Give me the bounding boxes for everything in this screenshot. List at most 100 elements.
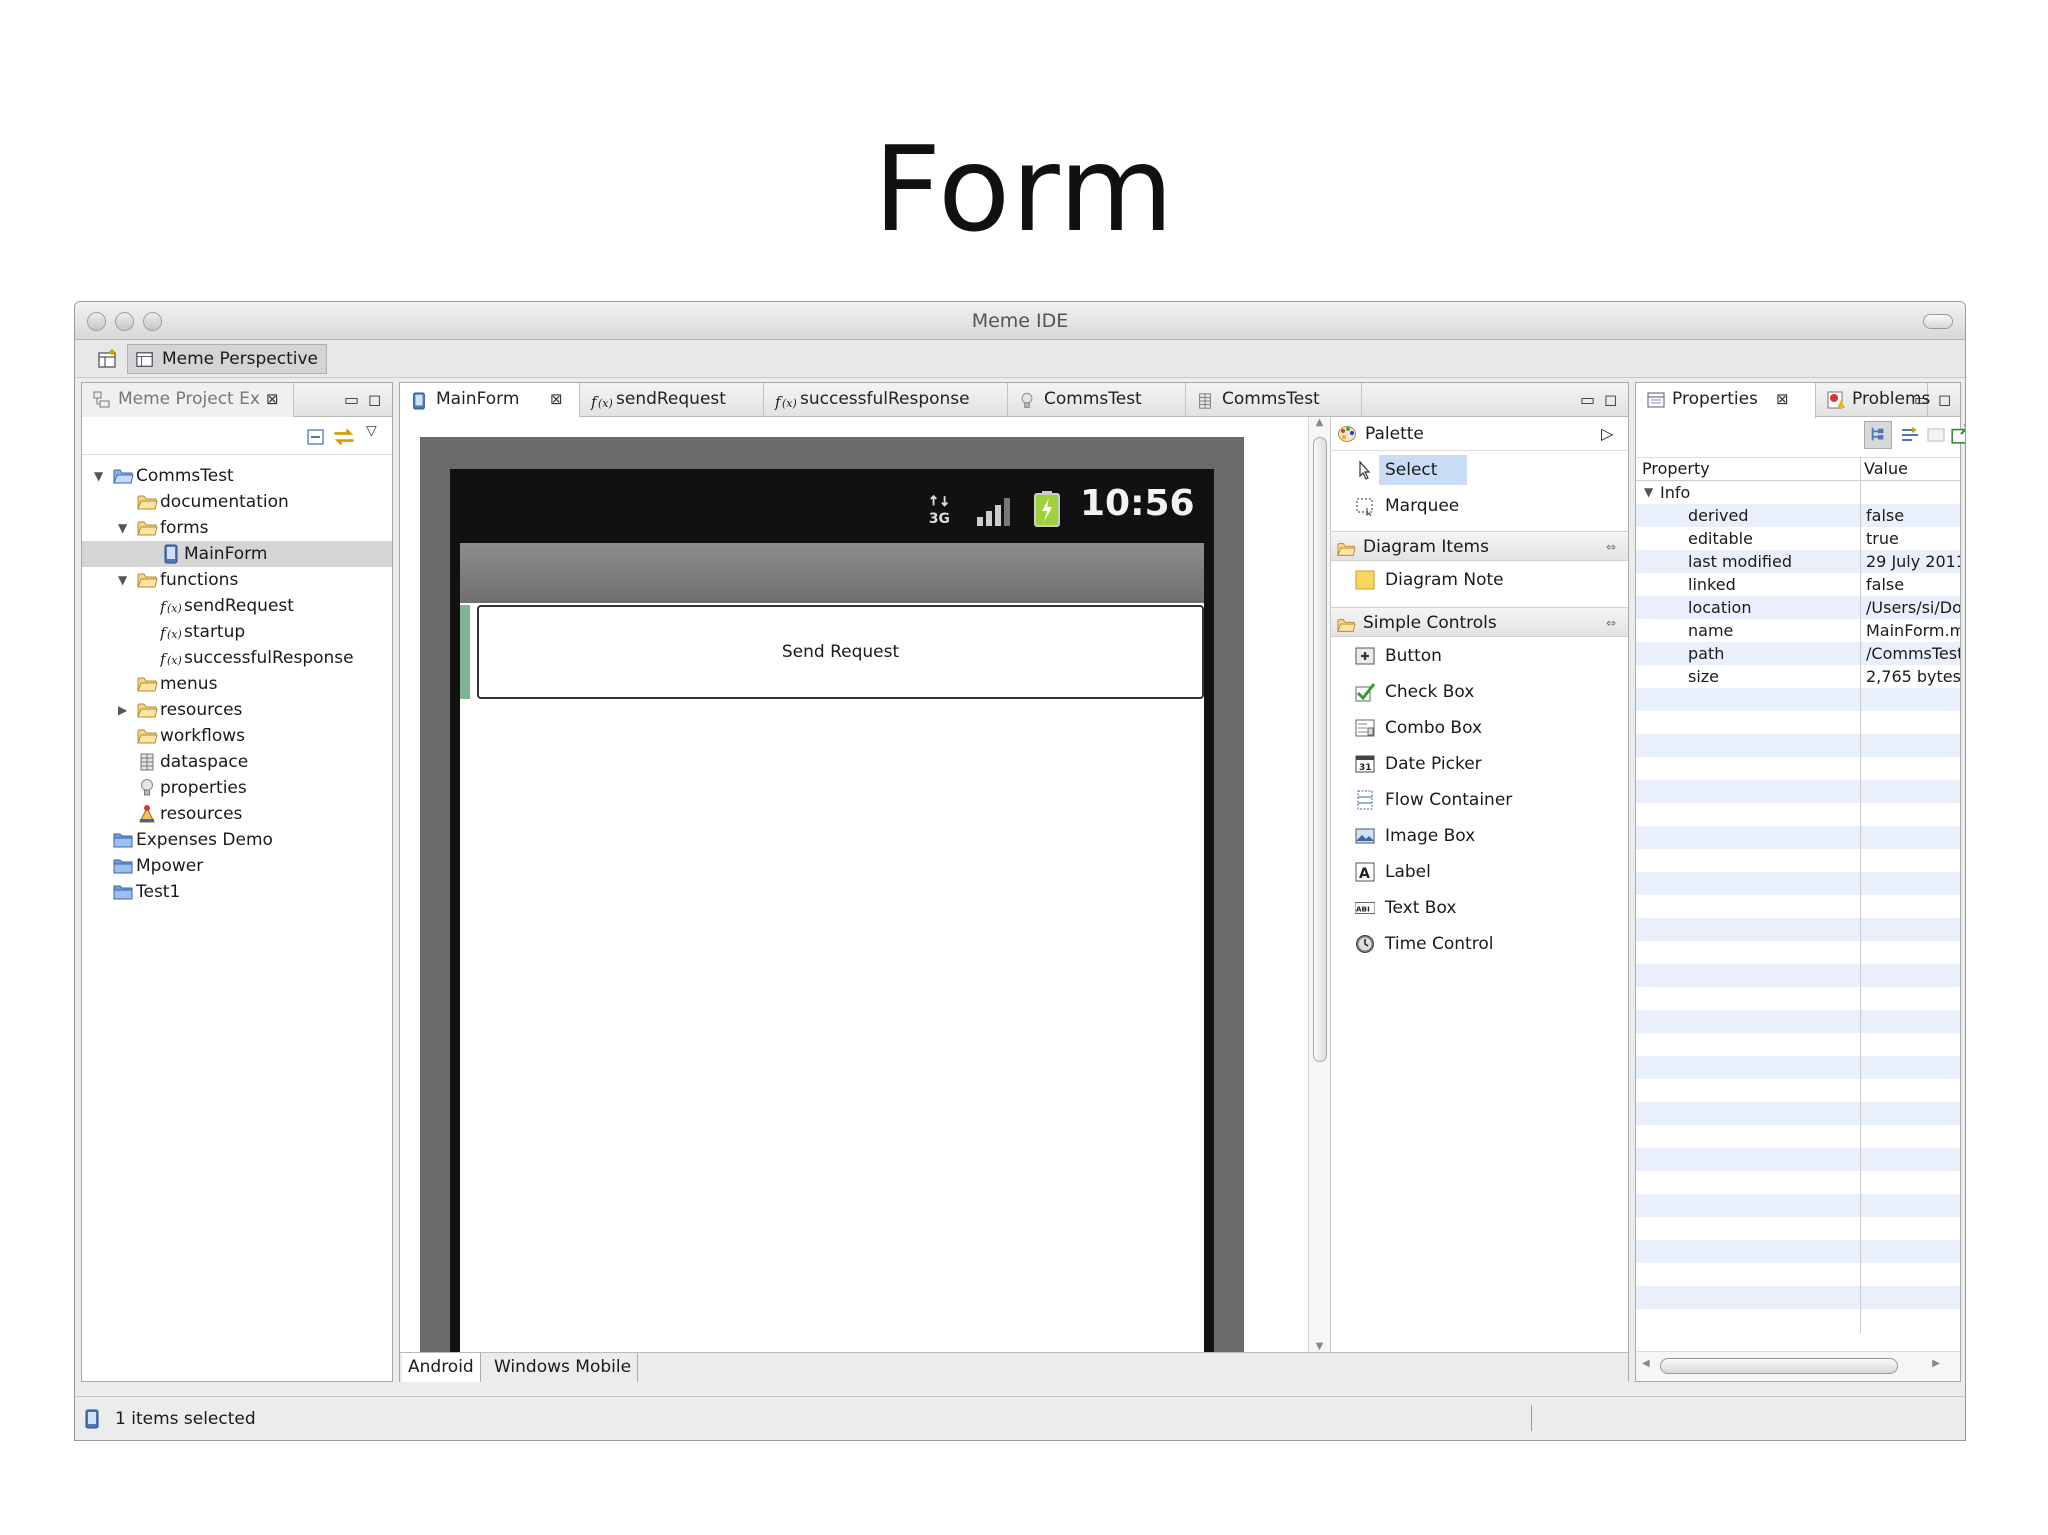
palette-item-image-box[interactable]: Image Box: [1331, 821, 1628, 851]
explorer-icon: [93, 391, 110, 408]
tab-android[interactable]: Android: [402, 1353, 481, 1382]
tree-item-forms[interactable]: ▼ forms: [82, 515, 392, 541]
lightbulb-icon: [136, 778, 158, 798]
close-tab-icon[interactable]: ⊠: [550, 383, 563, 416]
tree-item-test1[interactable]: Test1: [82, 879, 392, 905]
show-advanced-icon[interactable]: [1900, 425, 1920, 445]
open-perspective-icon[interactable]: [97, 348, 119, 370]
property-name: derived: [1688, 506, 1749, 525]
editor-tab-successfulresponse[interactable]: f (x) successfulResponse: [764, 383, 1008, 417]
expanded-arrow-icon[interactable]: ▼: [94, 463, 108, 489]
platform-tabbar: Android Windows Mobile: [400, 1352, 1628, 1382]
tree-item-properties[interactable]: properties: [82, 775, 392, 801]
tab-windows-mobile[interactable]: Windows Mobile: [488, 1353, 639, 1382]
palette-item-select[interactable]: Select: [1331, 455, 1628, 485]
scroll-right-icon[interactable]: ▶: [1932, 1358, 1940, 1369]
editor-tab-mainform[interactable]: MainForm ⊠: [400, 383, 580, 418]
view-menu-icon[interactable]: ▽: [366, 423, 377, 439]
property-row-path[interactable]: path/CommsTest/forms,: [1636, 642, 1960, 665]
tab-properties[interactable]: Properties ⊠: [1636, 383, 1816, 418]
editor-maximize-icon[interactable]: ◻: [1604, 390, 1617, 409]
tree-item-mpower[interactable]: Mpower: [82, 853, 392, 879]
canvas-vertical-scrollbar[interactable]: ▲ ▼: [1308, 417, 1330, 1352]
category-pin-icon[interactable]: ⇔: [1606, 608, 1616, 638]
property-row-size[interactable]: size 2,765 bytes: [1636, 665, 1960, 688]
palette-item-label[interactable]: A Label: [1331, 857, 1628, 887]
property-row-linked[interactable]: linked false: [1636, 573, 1960, 596]
palette-collapse-icon[interactable]: ▷: [1601, 417, 1613, 451]
property-row-name[interactable]: name MainForm.mxf: [1636, 619, 1960, 642]
editor-tab-sendrequest[interactable]: f (x) sendRequest: [580, 383, 764, 417]
scroll-left-icon[interactable]: ◀: [1642, 1358, 1650, 1369]
tree-item-functions[interactable]: ▼ functions: [82, 567, 392, 593]
tree-item-successfulresponse[interactable]: f (x) successfulResponse: [82, 645, 392, 671]
column-header-value[interactable]: Value: [1864, 459, 1908, 478]
tree-item-documentation[interactable]: documentation: [82, 489, 392, 515]
editor-tab-commstest[interactable]: CommsTest: [1186, 383, 1362, 417]
palette-item-marquee[interactable]: Marquee: [1331, 491, 1628, 521]
palette-item-text-box[interactable]: ABI Text Box: [1331, 893, 1628, 923]
maximize-icon[interactable]: ◻: [368, 390, 381, 409]
empty-row: [1636, 1263, 1960, 1286]
properties-maximize-icon[interactable]: ◻: [1938, 390, 1951, 409]
palette-item-button[interactable]: Button: [1331, 641, 1628, 671]
column-header-property[interactable]: Property: [1642, 459, 1710, 478]
property-row-last-modified[interactable]: last modified 29 July 2011 15:24:: [1636, 550, 1960, 573]
collapsed-arrow-icon[interactable]: ▶: [118, 697, 132, 723]
tree-item-expenses-demo[interactable]: Expenses Demo: [82, 827, 392, 853]
tree-item-sendrequest[interactable]: f (x) sendRequest: [82, 593, 392, 619]
tree-item-startup[interactable]: f (x) startup: [82, 619, 392, 645]
calendar-icon: 31: [1355, 754, 1375, 774]
palette-item-combo-box[interactable]: Combo Box: [1331, 713, 1628, 743]
properties-table: ▼ Info derived false editable true last modifi…: [1636, 481, 1960, 1333]
properties-tab-label: Properties: [1672, 389, 1758, 409]
send-request-button[interactable]: Send Request: [477, 605, 1204, 699]
tree-item-resources[interactable]: resources: [82, 801, 392, 827]
svg-text:31: 31: [1359, 763, 1372, 773]
tree-item-resources[interactable]: ▶ resources: [82, 697, 392, 723]
collapse-all-icon[interactable]: [306, 427, 326, 447]
link-editor-icon[interactable]: [332, 425, 356, 449]
palette-item-time-control[interactable]: Time Control: [1331, 929, 1628, 959]
palette-item-date-picker[interactable]: 31 Date Picker: [1331, 749, 1628, 779]
horizontal-scroll-thumb[interactable]: [1660, 1358, 1898, 1374]
property-row-location[interactable]: location/Users/si/Document: [1636, 596, 1960, 619]
toolbar-toggle-button[interactable]: [1923, 314, 1953, 329]
empty-row: [1636, 1217, 1960, 1240]
restore-default-icon[interactable]: [1926, 425, 1946, 445]
property-row-editable[interactable]: editable true: [1636, 527, 1960, 550]
minimize-icon[interactable]: ▭: [344, 390, 359, 409]
close-tab-icon[interactable]: ⊠: [266, 383, 279, 416]
tree-item-commstest[interactable]: ▼ CommsTest: [82, 463, 392, 489]
editor-tab-commstest[interactable]: CommsTest: [1008, 383, 1186, 417]
expanded-arrow-icon[interactable]: ▼: [118, 567, 132, 593]
palette-item-diagram-note[interactable]: Diagram Note: [1331, 565, 1628, 595]
properties-horizontal-scrollbar[interactable]: ◀ ▶: [1636, 1351, 1960, 1381]
tree-item-menus[interactable]: menus: [82, 671, 392, 697]
property-group-info[interactable]: ▼ Info: [1636, 481, 1960, 504]
scrollbar-thumb[interactable]: [1313, 437, 1327, 1062]
editor-minimize-icon[interactable]: ▭: [1580, 390, 1595, 409]
tree-item-workflows[interactable]: workflows: [82, 723, 392, 749]
palette-item-check-box[interactable]: Check Box: [1331, 677, 1628, 707]
tab-project-explorer[interactable]: Meme Project Ex ⊠: [82, 383, 294, 417]
show-categories-button[interactable]: [1864, 421, 1892, 449]
property-row-derived[interactable]: derived false: [1636, 504, 1960, 527]
close-properties-icon[interactable]: ⊠: [1776, 383, 1789, 416]
meme-perspective-button[interactable]: Meme Perspective: [127, 344, 328, 374]
tab-problems[interactable]: Problems: [1816, 383, 1930, 417]
palette-item-flow-container[interactable]: Flow Container: [1331, 785, 1628, 815]
properties-minimize-icon[interactable]: ▭: [1914, 390, 1929, 409]
phone-clock: 10:56: [1080, 483, 1195, 524]
pin-view-icon[interactable]: [1950, 423, 1966, 445]
palette-category-simple-controls[interactable]: Simple Controls ⇔: [1331, 607, 1628, 637]
tree-item-mainform[interactable]: MainForm: [82, 541, 392, 567]
palette-category-label: Diagram Items: [1363, 537, 1489, 557]
category-pin-icon[interactable]: ⇔: [1606, 532, 1616, 562]
scroll-down-icon[interactable]: ▼: [1309, 1341, 1330, 1352]
scroll-up-icon[interactable]: ▲: [1309, 417, 1330, 428]
expanded-arrow-icon[interactable]: ▼: [1644, 481, 1653, 504]
tree-item-dataspace[interactable]: dataspace: [82, 749, 392, 775]
expanded-arrow-icon[interactable]: ▼: [118, 515, 132, 541]
palette-category-diagram-items[interactable]: Diagram Items ⇔: [1331, 531, 1628, 561]
